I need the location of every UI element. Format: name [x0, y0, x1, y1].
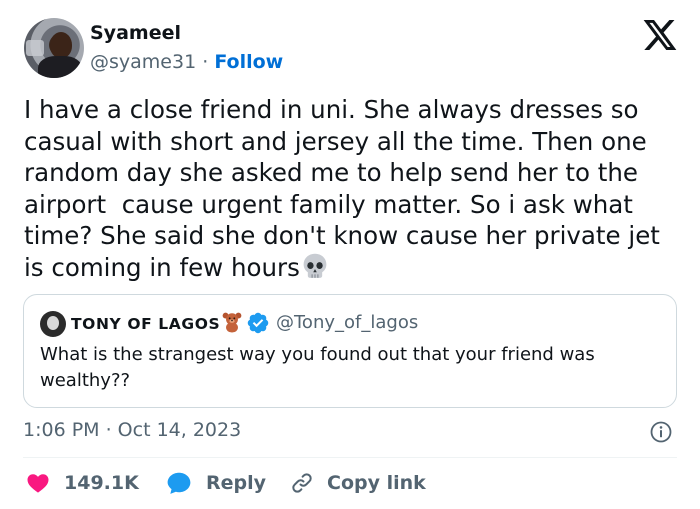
quoted-avatar[interactable] [40, 311, 66, 337]
tweet-body: I have a close friend in uni. She always… [24, 95, 668, 282]
link-icon [292, 473, 312, 493]
speech-bubble-icon [167, 472, 191, 494]
quoted-author-handle[interactable]: @Tony_of_lagos [276, 312, 418, 333]
author-meta: @syame31 · Follow [90, 51, 283, 73]
verified-badge-icon [247, 312, 269, 334]
quoted-author-name[interactable]: TONY OF LAGOS [71, 315, 220, 333]
author-avatar[interactable] [24, 18, 84, 78]
reply-button[interactable]: Reply [165, 469, 266, 497]
quoted-text: What is the strangest way you found out … [40, 344, 595, 391]
like-count: 149.1K [64, 472, 139, 494]
tweet-timestamp[interactable]: 1:06 PM · Oct 14, 2023 [23, 419, 241, 441]
copy-link-button[interactable]: Copy link [290, 469, 426, 497]
x-logo-icon[interactable] [643, 20, 677, 50]
tweet-text: I have a close friend in uni. She always… [24, 94, 684, 283]
author-name[interactable]: Syameel [90, 22, 181, 44]
copy-link-label: Copy link [327, 472, 426, 494]
divider [23, 457, 677, 458]
info-icon[interactable] [649, 420, 673, 444]
skull-emoji-icon [303, 253, 327, 278]
heart-icon [27, 474, 49, 493]
tweet-card: Syameel @syame31 · Follow I have a close… [0, 0, 700, 509]
separator-dot: · [202, 51, 209, 73]
like-button[interactable]: 149.1K [25, 469, 139, 497]
reply-label: Reply [206, 472, 267, 494]
quoted-tweet[interactable]: TONY OF LAGOS @Tony_of_lagos What is the… [23, 294, 677, 408]
author-handle[interactable]: @syame31 [90, 51, 196, 73]
teddy-bear-emoji-icon [222, 312, 242, 333]
follow-button[interactable]: Follow [214, 51, 283, 73]
